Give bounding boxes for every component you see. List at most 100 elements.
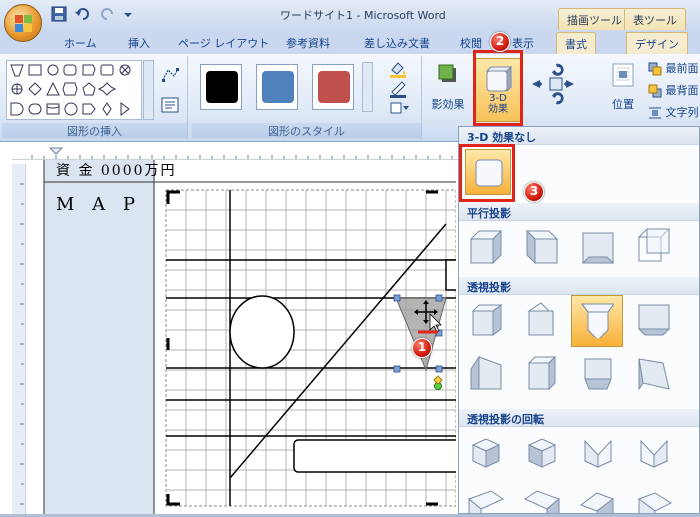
fill-color-icon[interactable] xyxy=(388,60,412,78)
redo-icon[interactable] xyxy=(98,6,116,22)
cube-icon xyxy=(579,492,615,513)
cube-icon xyxy=(469,229,503,265)
3d-toggle-icon[interactable] xyxy=(549,77,563,91)
tab-home[interactable]: ホーム xyxy=(64,35,97,51)
tab-format[interactable]: 書式 xyxy=(556,32,596,54)
position-button[interactable]: 位置 xyxy=(606,62,640,122)
tilt-up-icon[interactable] xyxy=(552,63,564,76)
callout-2: 2 xyxy=(490,32,510,52)
rotation-option-4[interactable] xyxy=(633,433,675,475)
tab-view[interactable]: 表示 xyxy=(512,35,534,51)
quick-access-toolbar xyxy=(50,6,140,22)
change-shape-icon[interactable] xyxy=(388,100,412,116)
cube-icon xyxy=(639,439,669,468)
qat-customize-icon[interactable] xyxy=(122,6,140,22)
style-swatch-red[interactable] xyxy=(312,64,354,110)
tab-references[interactable]: 参考資料 xyxy=(286,35,330,51)
cube-icon xyxy=(523,490,560,513)
perspective-option-5[interactable] xyxy=(465,353,507,395)
style-swatch-black[interactable] xyxy=(200,64,242,110)
tilt-right-icon[interactable] xyxy=(564,80,574,88)
group-insert-shapes: 図形の挿入 xyxy=(2,56,188,140)
cube-icon xyxy=(637,228,671,262)
undo-icon[interactable] xyxy=(74,6,92,22)
swatch-fill xyxy=(318,71,350,103)
bring-front-icon xyxy=(648,62,662,76)
office-button[interactable] xyxy=(4,4,42,42)
rotation-option-3[interactable] xyxy=(577,433,619,475)
line-color-icon[interactable] xyxy=(388,80,412,98)
document-page[interactable]: 資 金 0000万円 M A P xyxy=(26,160,456,514)
cube-icon xyxy=(527,438,557,468)
perspective-option-8[interactable] xyxy=(633,353,675,395)
send-back-icon xyxy=(648,84,662,98)
tab-design[interactable]: デザイン xyxy=(626,32,688,54)
edit-shape-icon[interactable] xyxy=(160,66,180,84)
vertical-ruler[interactable] xyxy=(12,164,26,514)
tab-review[interactable]: 校閲 xyxy=(460,35,482,51)
tilt-down-icon[interactable] xyxy=(552,92,564,105)
send-back-button[interactable]: 最背面 xyxy=(648,82,700,100)
header-no-3d: 3-D 効果なし xyxy=(459,127,699,145)
ruler-ticks xyxy=(31,147,453,159)
parallel-option-3[interactable] xyxy=(577,227,619,269)
bring-front-label: 最前面 xyxy=(665,62,699,75)
perspective-option-4[interactable] xyxy=(633,299,675,341)
rotation-option-1[interactable] xyxy=(465,433,507,475)
group-label-shape-styles: 図形のスタイル xyxy=(192,123,421,138)
document-text-header: 資 金 0000万円 xyxy=(56,163,177,179)
3d-tilt-controls xyxy=(526,60,588,120)
perspective-option-7[interactable] xyxy=(577,353,619,395)
style-gallery-scroll[interactable] xyxy=(362,62,373,112)
shapes-gallery[interactable] xyxy=(6,60,142,120)
shapes-scroll-buttons[interactable] xyxy=(143,60,154,120)
position-label: 位置 xyxy=(612,98,634,111)
header-perspective-rotation: 透視投影の回転 xyxy=(459,409,699,427)
parallel-option-4[interactable] xyxy=(633,227,675,269)
document-text-map: M A P xyxy=(56,194,141,215)
cube-icon xyxy=(527,302,554,336)
text-wrap-button[interactable]: 文字列 xyxy=(648,104,700,122)
text-wrap-label: 文字列 xyxy=(665,106,699,119)
tab-mailings[interactable]: 差し込み文書 xyxy=(364,35,430,51)
save-icon[interactable] xyxy=(50,6,68,22)
perspective-option-3-selected[interactable] xyxy=(571,295,623,347)
perspective-option-2[interactable] xyxy=(521,299,563,341)
rotation-option-8[interactable] xyxy=(633,485,675,513)
office-logo-icon xyxy=(15,15,33,33)
parallel-option-1[interactable] xyxy=(465,227,507,269)
parallel-option-2[interactable] xyxy=(521,227,563,269)
tab-page-layout[interactable]: ページ レイアウト xyxy=(178,35,269,51)
perspective-option-6[interactable] xyxy=(521,353,563,395)
cube-icon xyxy=(468,490,505,513)
header-parallel: 平行投影 xyxy=(459,203,699,221)
rotation-option-6[interactable] xyxy=(521,485,563,513)
shadow-effects-button[interactable]: 影効果 xyxy=(428,62,468,126)
highlight-3d-button xyxy=(473,50,523,126)
perspective-option-1[interactable] xyxy=(465,299,507,341)
title-bar: ワードサイト1 - Microsoft Word 描画ツール 表ツール xyxy=(0,0,700,32)
highlight-no-3d-option xyxy=(459,144,515,202)
swatch-fill xyxy=(206,71,238,103)
contextual-drawing-tools: 描画ツール xyxy=(558,8,631,30)
contextual-table-tools: 表ツール xyxy=(624,8,686,30)
text-box-icon[interactable] xyxy=(160,96,180,114)
shadow-effects-label: 影効果 xyxy=(431,98,465,111)
cube-icon xyxy=(581,232,615,264)
shapes-gallery-icons xyxy=(10,64,131,116)
indent-marker-icon[interactable] xyxy=(48,147,64,155)
tilt-left-icon[interactable] xyxy=(532,80,542,88)
rotation-option-2[interactable] xyxy=(521,433,563,475)
cube-icon xyxy=(637,304,671,336)
rotation-option-5[interactable] xyxy=(465,485,507,513)
cube-icon xyxy=(471,304,503,336)
position-icon xyxy=(612,63,634,87)
ribbon-tabs: ホーム 挿入 ページ レイアウト 参考資料 差し込み文書 校閲 表示 書式 デザ… xyxy=(0,32,700,54)
cube-icon xyxy=(583,439,613,468)
horizontal-ruler[interactable] xyxy=(12,146,458,160)
bring-front-button[interactable]: 最前面 xyxy=(648,60,700,78)
rotation-option-7[interactable] xyxy=(577,485,619,513)
style-swatch-blue[interactable] xyxy=(256,64,298,110)
cube-icon xyxy=(527,355,557,391)
tab-insert[interactable]: 挿入 xyxy=(128,35,150,51)
